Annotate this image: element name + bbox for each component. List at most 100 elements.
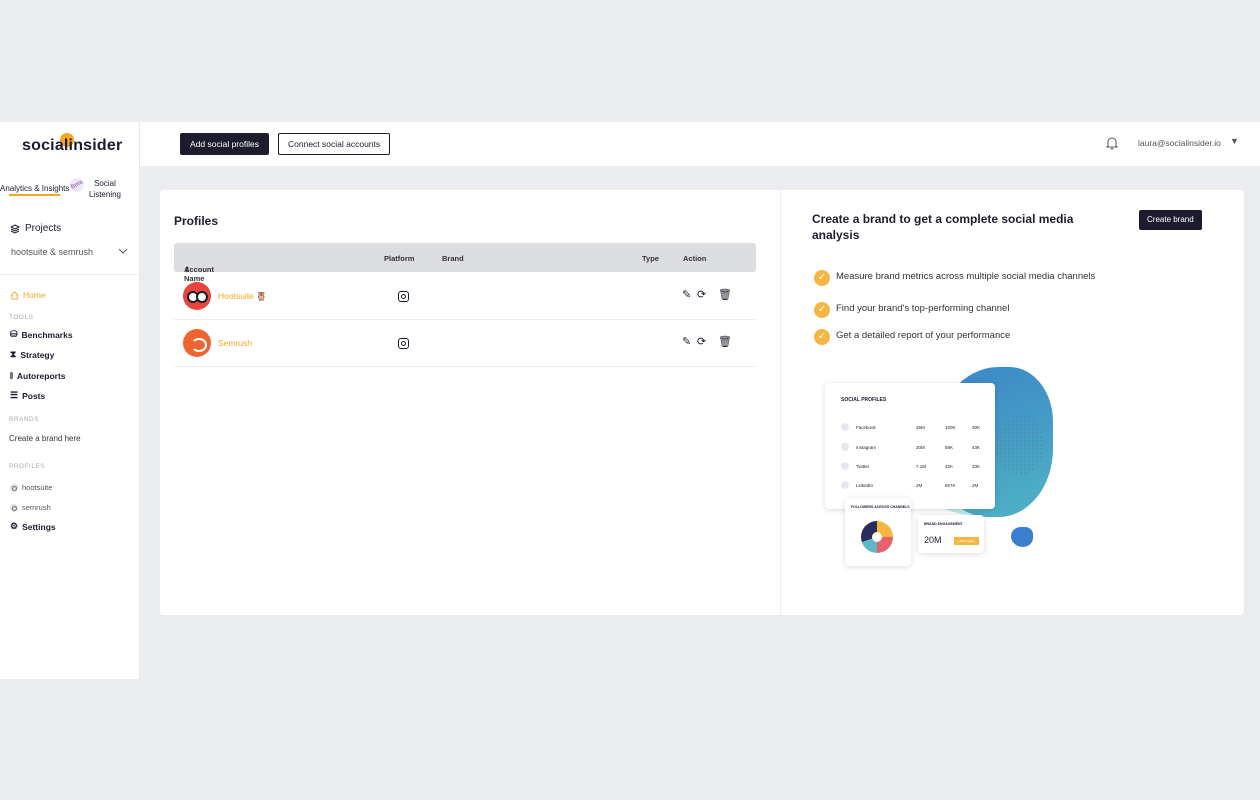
topbar: Add social profiles Connect social accou… — [140, 122, 1260, 166]
check-icon: ✓ — [814, 270, 830, 286]
bullet-text: Find your brand's top-performing channel — [836, 303, 1010, 314]
instagram-icon — [10, 503, 18, 512]
row-value: 2M — [916, 483, 923, 488]
row-name: Twitter — [856, 464, 870, 469]
illustration-social-profiles-panel: SOCIAL PROFILES Facebook 25M 100K 30K Insta… — [825, 383, 995, 509]
sidebar-item-settings[interactable]: ⚙ Settings — [10, 521, 56, 532]
col-platform: Platform — [384, 254, 415, 263]
illustration-dots — [995, 415, 1045, 475]
home-icon — [10, 290, 19, 300]
strategy-icon: ⧗ — [10, 349, 17, 359]
row-value: 100K — [945, 425, 956, 430]
app: socialinsider Analytics & Insights Beta … — [0, 122, 1260, 679]
chart-icon: ⫾ — [10, 370, 13, 380]
edit-icon[interactable]: ✎ — [682, 335, 691, 348]
create-brand-button[interactable]: Create brand — [1139, 210, 1202, 230]
sidebar-item-label: Benchmarks — [21, 329, 73, 340]
benchmarks-icon: ⛁ — [10, 329, 18, 339]
profiles-section-label: PROFILES — [9, 463, 46, 470]
profiles-table-header: Account Name ⇕ Platform Brand Type Actio… — [174, 243, 756, 283]
brands-section-label: BRANDS — [9, 416, 40, 423]
beta-badge: Beta — [67, 175, 87, 195]
col-brand: Brand — [442, 254, 464, 263]
instagram-icon — [10, 483, 18, 492]
mode-analytics[interactable]: Analytics & Insights — [0, 184, 69, 193]
sidebar-profile-semrush[interactable]: semrush — [10, 503, 51, 512]
connect-social-accounts-button[interactable]: Connect social accounts — [278, 133, 391, 155]
edit-icon[interactable]: ✎ — [682, 288, 691, 301]
illustration-row: LinkedIn 2M 807K 2M — [841, 481, 981, 491]
sidebar-item-posts[interactable]: ☰ Posts — [10, 390, 45, 401]
row-value: 58K — [945, 445, 954, 450]
instagram-icon — [398, 291, 409, 302]
row-name: Instagram — [856, 445, 877, 450]
row-value: 43K — [972, 445, 981, 450]
bullet-text: Measure brand metrics across multiple so… — [836, 271, 1096, 282]
logo[interactable]: socialinsider — [22, 133, 123, 155]
sidebar-profile-hootsuite[interactable]: hootsuite — [10, 483, 52, 492]
panel-title: SOCIAL PROFILES — [841, 397, 887, 403]
card-title: BRAND ENGAGEMENT — [924, 522, 963, 526]
sidebar-item-home[interactable]: Home — [10, 290, 46, 300]
illustration-row: Instagram 20M 58K 43K — [841, 443, 981, 453]
illustration-followers-card: FOLLOWERS ACROSS CHANNELS — [845, 498, 911, 566]
illustration-engagement-card: BRAND ENGAGEMENT 20M +25% higher — [918, 515, 984, 553]
col-type: Type — [642, 254, 659, 263]
row-value: 30K — [972, 425, 981, 430]
linkedin-icon — [841, 481, 849, 489]
project-select[interactable]: hootsuite & semrush — [11, 247, 128, 257]
sidebar-item-label: Posts — [22, 390, 46, 401]
refresh-icon[interactable]: ⟳ — [697, 335, 706, 348]
projects-heading: Projects — [10, 223, 61, 234]
sidebar-item-autoreports[interactable]: ⫾ Autoreports — [10, 370, 66, 381]
card-divider — [780, 190, 781, 615]
refresh-icon[interactable]: ⟳ — [697, 288, 706, 301]
layers-icon — [10, 223, 20, 234]
account-name-link[interactable]: Semrush — [218, 338, 252, 348]
mode-social-listening[interactable]: Social Listening — [88, 178, 122, 200]
sidebar-item-benchmarks[interactable]: ⛁ Benchmarks — [10, 329, 73, 340]
promo-bullet: ✓ Get a detailed report of your performan… — [814, 329, 1010, 345]
sidebar-item-label: Settings — [22, 521, 56, 532]
sidebar-item-label: Home — [23, 290, 46, 300]
trash-icon[interactable]: 🗑 — [718, 335, 732, 348]
donut-chart — [861, 521, 893, 553]
engagement-value: 20M — [924, 535, 942, 545]
add-social-profiles-button[interactable]: Add social profiles — [180, 133, 269, 155]
tools-section-label: TOOLS — [9, 314, 34, 321]
row-value: 25M — [916, 425, 925, 430]
row-value: 807K — [945, 483, 956, 488]
profiles-title: Profiles — [174, 214, 219, 228]
facebook-icon — [841, 423, 849, 431]
gear-icon: ⚙ — [10, 521, 19, 531]
create-brand-link[interactable]: Create a brand here — [9, 434, 81, 443]
main-card: Profiles Account Name ⇕ Platform Brand T… — [160, 190, 1244, 615]
mode-active-underline — [9, 194, 60, 196]
instagram-icon — [841, 443, 849, 451]
projects-label: Projects — [25, 223, 62, 234]
check-icon: ✓ — [814, 329, 830, 345]
row-value: 7.1M — [916, 464, 927, 469]
account-name-link[interactable]: Hootsuite 🦉 — [218, 291, 267, 302]
user-menu-caret-icon[interactable]: ▼ — [1230, 136, 1239, 146]
sidebar-item-strategy[interactable]: ⧗ Strategy — [10, 349, 54, 360]
sidebar-item-label: Autoreports — [16, 370, 66, 381]
sidebar: socialinsider Analytics & Insights Beta … — [0, 122, 140, 679]
user-email[interactable]: laura@socialinsider.io — [1138, 138, 1221, 148]
promo-bullet: ✓ Find your brand's top-performing channe… — [814, 302, 1009, 318]
trash-icon[interactable]: 🗑 — [718, 288, 732, 301]
table-row: Hootsuite 🦉 ✎ ⟳ 🗑 — [174, 272, 756, 320]
illustration-blob — [1011, 527, 1033, 547]
check-icon: ✓ — [814, 302, 830, 318]
row-value: 2M — [972, 483, 979, 488]
bell-icon[interactable] — [1106, 136, 1118, 150]
logo-text: socialinsider — [22, 137, 123, 154]
row-name: LinkedIn — [856, 483, 874, 488]
row-value: 33K — [972, 464, 981, 469]
sidebar-item-label: Strategy — [20, 349, 55, 360]
col-action: Action — [683, 254, 707, 263]
table-row: Semrush ✎ ⟳ 🗑 — [174, 319, 756, 367]
card-title: FOLLOWERS ACROSS CHANNELS — [851, 505, 910, 509]
sidebar-profile-label: semrush — [22, 503, 51, 512]
row-value: 20M — [916, 445, 925, 450]
